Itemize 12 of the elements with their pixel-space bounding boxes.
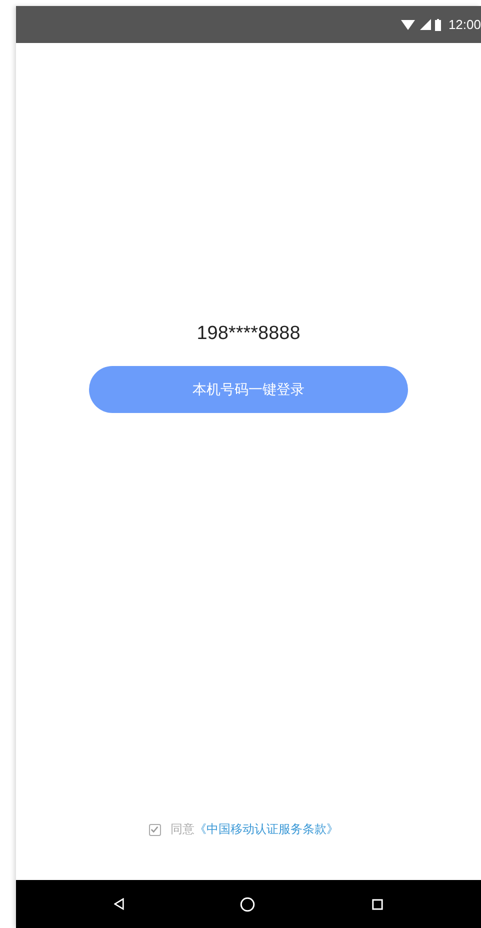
terms-link[interactable]: 《中国移动认证服务条款》 — [194, 821, 338, 838]
signal-icon — [420, 19, 432, 30]
recents-icon[interactable] — [372, 898, 383, 910]
agree-checkbox[interactable] — [148, 824, 160, 836]
back-icon[interactable] — [114, 898, 124, 910]
agree-label: 同意 — [170, 821, 194, 838]
status-time: 12:00 — [448, 17, 481, 32]
battery-icon — [435, 18, 442, 30]
phone-number: 198****8888 — [196, 323, 300, 345]
home-icon[interactable] — [240, 896, 256, 912]
wifi-icon — [401, 20, 416, 30]
login-button[interactable]: 本机号码一键登录 — [89, 366, 408, 413]
